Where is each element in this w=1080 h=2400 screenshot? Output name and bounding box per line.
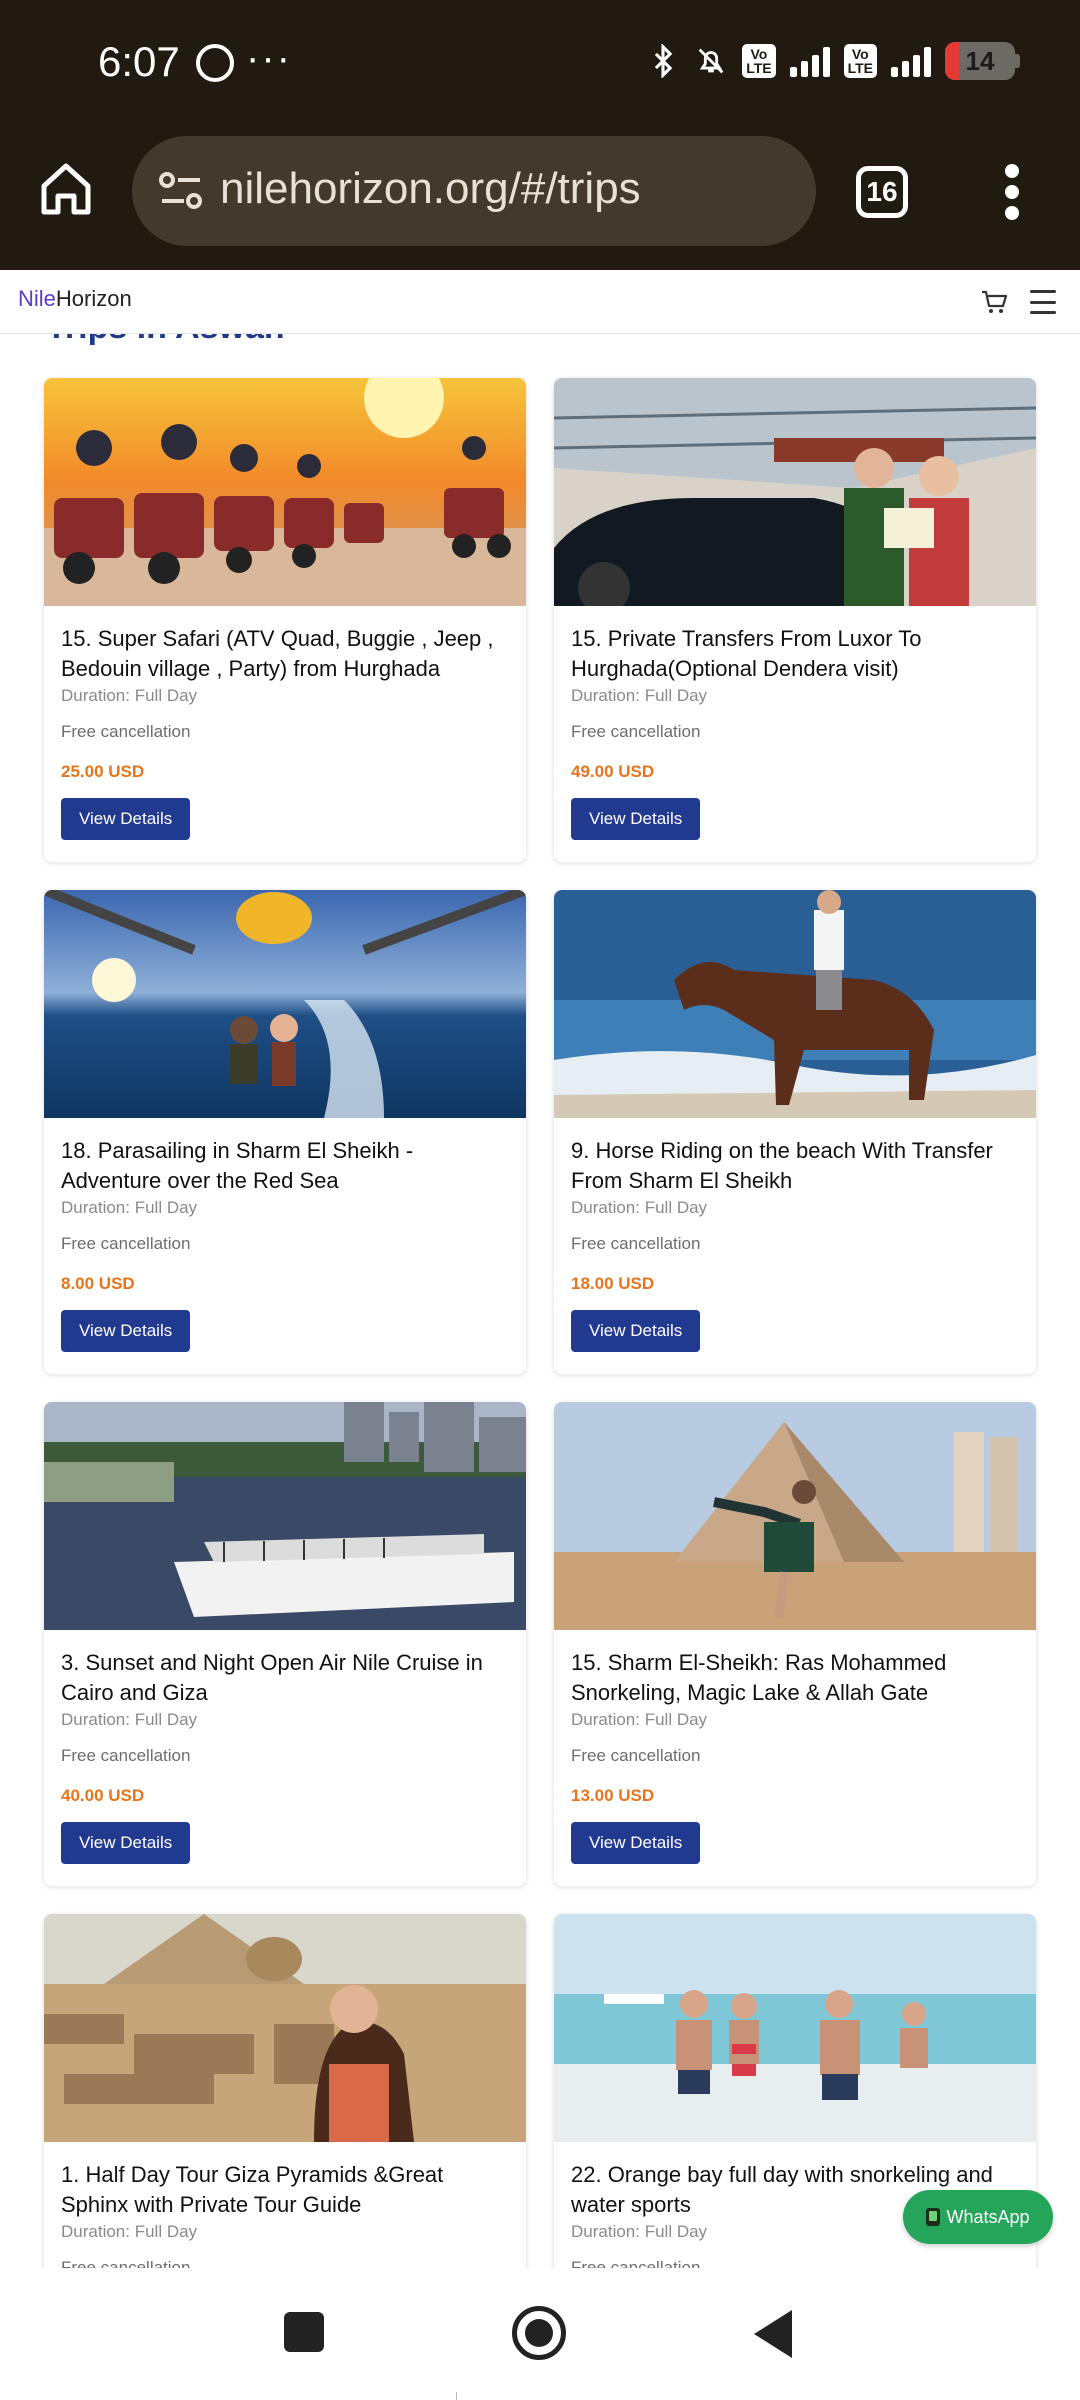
browser-menu-icon[interactable] <box>1000 164 1024 220</box>
trip-title[interactable]: 9. Horse Riding on the beach With Transf… <box>571 1136 1019 1196</box>
mute-icon <box>698 48 724 74</box>
view-details-button[interactable]: View Details <box>61 1822 191 1864</box>
signal-icon <box>789 45 830 77</box>
trip-price: 18.00 USD <box>571 1274 655 1293</box>
trip-image[interactable] <box>44 890 526 1118</box>
trip-image[interactable] <box>554 1914 1036 2142</box>
trip-card[interactable]: 15. Private Transfers From Luxor To Hurg… <box>554 378 1036 862</box>
trip-cancellation: Free cancellation <box>61 722 191 741</box>
logo-nile: Nile <box>18 286 56 311</box>
trip-card[interactable]: 9. Horse Riding on the beach With Transf… <box>554 890 1036 1374</box>
trip-card[interactable]: 15. Super Safari (ATV Quad, Buggie , Jee… <box>44 378 526 862</box>
view-details-button[interactable]: View Details <box>61 1310 191 1352</box>
view-details-button[interactable]: View Details <box>571 1822 701 1864</box>
more-notifications-icon: ··· <box>246 36 292 80</box>
trip-title[interactable]: 15. Private Transfers From Luxor To Hurg… <box>571 624 1019 684</box>
signal-4g-icon <box>891 45 931 77</box>
trip-title[interactable]: 1. Half Day Tour Giza Pyramids &Great Sp… <box>61 2160 509 2220</box>
trip-duration: Duration: Full Day <box>571 1198 708 1217</box>
trip-image[interactable] <box>554 890 1036 1118</box>
back-button[interactable] <box>754 2310 792 2358</box>
trip-duration: Duration: Full Day <box>61 1198 198 1217</box>
trip-title[interactable]: 15. Sharm El-Sheikh: Ras Mohammed Snorke… <box>571 1648 1019 1708</box>
status-bar: 6:07 ··· Vo LTE Vo LTE 14 <box>0 0 1080 130</box>
trip-cancellation: Free cancellation <box>61 2258 191 2268</box>
browser-chrome: 6:07 ··· Vo LTE Vo LTE 14 nilehorizon.or… <box>0 0 1080 270</box>
trip-image[interactable] <box>554 378 1036 606</box>
address-bar[interactable]: nilehorizon.org/#/trips <box>132 136 816 246</box>
url-text[interactable]: nilehorizon.org/#/trips <box>220 164 641 214</box>
view-details-button[interactable]: View Details <box>61 798 191 840</box>
trip-duration: Duration: Full Day <box>61 2222 198 2241</box>
phone-icon <box>926 2208 941 2226</box>
whatsapp-label[interactable]: WhatsApp <box>946 2207 1029 2228</box>
bluetooth-icon <box>655 44 673 78</box>
system-nav-bar <box>0 2268 1080 2400</box>
trip-price: 13.00 USD <box>571 1786 655 1805</box>
trip-price: 40.00 USD <box>61 1786 145 1805</box>
recents-button[interactable] <box>284 2312 324 2352</box>
whatsapp-notification-icon <box>196 44 234 82</box>
trip-card[interactable]: 3. Sunset and Night Open Air Nile Cruise… <box>44 1402 526 1886</box>
trip-card[interactable]: 1. Half Day Tour Giza Pyramids &Great Sp… <box>44 1914 526 2268</box>
trip-image[interactable] <box>44 1402 526 1630</box>
trips-grid: 15. Super Safari (ATV Quad, Buggie , Jee… <box>44 378 1036 2268</box>
trip-cancellation: Free cancellation <box>571 722 701 741</box>
status-icons: Vo LTE Vo LTE 14 <box>646 42 1020 80</box>
home-button[interactable] <box>512 2306 566 2360</box>
tab-switcher-button[interactable]: 16 <box>856 166 908 218</box>
trip-image[interactable] <box>44 1914 526 2142</box>
hamburger-menu-icon[interactable] <box>1030 290 1056 314</box>
home-icon[interactable] <box>40 160 92 216</box>
trip-price: 8.00 USD <box>61 1274 135 1293</box>
trip-card[interactable]: 18. Parasailing in Sharm El Sheikh - Adv… <box>44 890 526 1374</box>
trip-duration: Duration: Full Day <box>61 686 198 705</box>
trip-cancellation: Free cancellation <box>571 1234 701 1253</box>
view-details-button[interactable]: View Details <box>571 798 701 840</box>
trip-duration: Duration: Full Day <box>571 1710 708 1729</box>
trip-duration: Duration: Full Day <box>61 1710 198 1729</box>
nav-handle <box>456 2392 457 2400</box>
trip-cancellation: Free cancellation <box>61 1234 191 1253</box>
logo-horizon: Horizon <box>55 286 132 311</box>
trip-price: 25.00 USD <box>61 762 145 781</box>
trips-page: Trips in Aswan 15. Super Safari (ATV Qua… <box>0 334 1080 2268</box>
trip-image[interactable] <box>554 1402 1036 1630</box>
trip-cancellation: Free cancellation <box>571 1746 701 1765</box>
status-time: 6:07 <box>98 38 180 85</box>
cart-icon[interactable] <box>980 288 1008 316</box>
site-header: NileHorizon <box>0 270 1080 334</box>
section-title: Trips in Aswan <box>46 334 285 347</box>
trip-cancellation: Free cancellation <box>61 1746 191 1765</box>
battery-icon: 14 <box>945 42 1015 80</box>
trip-title[interactable]: 3. Sunset and Night Open Air Nile Cruise… <box>61 1648 509 1708</box>
trip-card[interactable]: 15. Sharm El-Sheikh: Ras Mohammed Snorke… <box>554 1402 1036 1886</box>
volte-icon: Vo LTE <box>742 44 776 78</box>
site-logo[interactable]: NileHorizon <box>18 286 132 312</box>
whatsapp-button[interactable]: WhatsApp <box>903 2190 1053 2244</box>
trip-title[interactable]: 18. Parasailing in Sharm El Sheikh - Adv… <box>61 1136 509 1196</box>
trip-cancellation: Free cancellation <box>571 2258 701 2268</box>
view-details-button[interactable]: View Details <box>571 1310 701 1352</box>
trip-duration: Duration: Full Day <box>571 686 708 705</box>
volte-icon: Vo LTE <box>843 44 877 78</box>
trip-title[interactable]: 15. Super Safari (ATV Quad, Buggie , Jee… <box>61 624 509 684</box>
trip-price: 49.00 USD <box>571 762 655 781</box>
site-settings-icon[interactable] <box>158 170 204 212</box>
trip-image[interactable] <box>44 378 526 606</box>
